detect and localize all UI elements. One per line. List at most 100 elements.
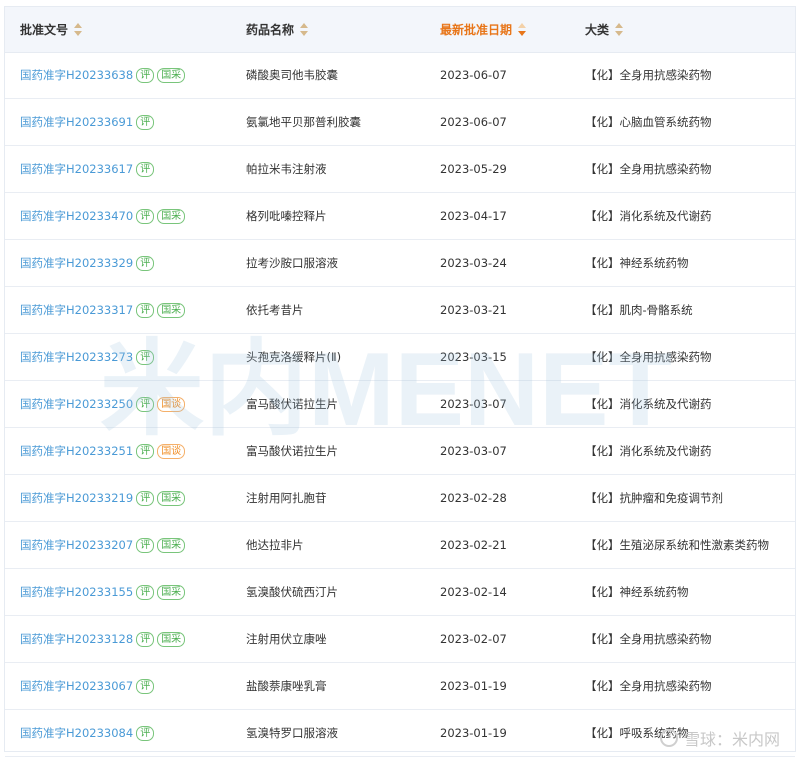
approval-number-link[interactable]: 国药准字H20233470 bbox=[20, 208, 133, 224]
approval-cell: 国药准字H20233638 评国采 bbox=[20, 52, 186, 98]
table-header: 批准文号 药品名称 最新批准日期 大类 bbox=[5, 7, 795, 53]
national-negotiation-badge: 国谈 bbox=[157, 396, 186, 412]
evaluation-badge: 评 bbox=[136, 302, 155, 318]
evaluation-badge: 评 bbox=[136, 725, 155, 741]
national-procurement-badge: 国采 bbox=[157, 490, 186, 506]
approval-number-link[interactable]: 国药准字H20233273 bbox=[20, 349, 133, 365]
national-procurement-badge: 国采 bbox=[157, 208, 186, 224]
category-cell: 【化】全身用抗感染药物 bbox=[585, 68, 712, 82]
evaluation-badge: 评 bbox=[136, 443, 155, 459]
approval-date-cell: 2023-01-19 bbox=[440, 679, 507, 693]
drug-name-cell: 磷酸奥司他韦胶囊 bbox=[246, 68, 338, 82]
approval-cell: 国药准字H20233155 评国采 bbox=[20, 569, 186, 615]
category-cell: 【化】消化系统及代谢药 bbox=[585, 444, 712, 458]
approval-number-link[interactable]: 国药准字H20233128 bbox=[20, 631, 133, 647]
category-cell: 【化】呼吸系统药物 bbox=[585, 726, 689, 740]
table-row: 国药准字H20233638 评国采 磷酸奥司他韦胶囊 2023-06-07 【化】全身用… bbox=[5, 52, 795, 99]
table-row: 国药准字H20233329 评 拉考沙胺口服溶液 2023-03-24 【化】神经系统药… bbox=[5, 240, 795, 287]
evaluation-badge: 评 bbox=[136, 631, 155, 647]
drug-name-cell: 他达拉非片 bbox=[246, 538, 304, 552]
sort-icon[interactable] bbox=[74, 23, 83, 36]
approval-number-link[interactable]: 国药准字H20233617 bbox=[20, 161, 133, 177]
drug-name-cell: 拉考沙胺口服溶液 bbox=[246, 256, 338, 270]
approval-date-cell: 2023-06-07 bbox=[440, 68, 507, 82]
evaluation-badge: 评 bbox=[136, 678, 155, 694]
table-row: 国药准字H20233617 评 帕拉米韦注射液 2023-05-29 【化】全身用抗感染… bbox=[5, 146, 795, 193]
table-row: 国药准字H20233251 评国谈 富马酸伏诺拉生片 2023-03-07 【化】消化系… bbox=[5, 428, 795, 475]
approval-cell: 国药准字H20233317 评国采 bbox=[20, 287, 186, 333]
national-procurement-badge: 国采 bbox=[157, 302, 186, 318]
evaluation-badge: 评 bbox=[136, 584, 155, 600]
table-row: 国药准字H20233219 评国采 注射用阿扎胞苷 2023-02-28 【化】抗肿瘤和… bbox=[5, 475, 795, 522]
category-cell: 【化】全身用抗感染药物 bbox=[585, 350, 712, 364]
approval-date-cell: 2023-06-07 bbox=[440, 115, 507, 129]
drug-name-cell: 氨氯地平贝那普利胶囊 bbox=[246, 115, 361, 129]
national-negotiation-badge: 国谈 bbox=[157, 443, 186, 459]
approval-cell: 国药准字H20233067 评 bbox=[20, 663, 155, 709]
drug-name-cell: 富马酸伏诺拉生片 bbox=[246, 444, 338, 458]
table-row: 国药准字H20233470 评国采 格列吡嗪控释片 2023-04-17 【化】消化系统… bbox=[5, 193, 795, 240]
national-procurement-badge: 国采 bbox=[157, 67, 186, 83]
approval-cell: 国药准字H20233128 评国采 bbox=[20, 616, 186, 662]
approval-cell: 国药准字H20233691 评 bbox=[20, 99, 155, 145]
drug-name-cell: 富马酸伏诺拉生片 bbox=[246, 397, 338, 411]
category-cell: 【化】生殖泌尿系统和性激素类药物 bbox=[585, 538, 769, 552]
drug-name-cell: 帕拉米韦注射液 bbox=[246, 162, 327, 176]
sort-icon[interactable] bbox=[300, 23, 309, 36]
col-approval-no-header[interactable]: 批准文号 bbox=[20, 7, 83, 52]
approval-cell: 国药准字H20233329 评 bbox=[20, 240, 155, 286]
national-procurement-badge: 国采 bbox=[157, 584, 186, 600]
col-drug-name-label: 药品名称 bbox=[246, 23, 295, 37]
col-approval-no-label: 批准文号 bbox=[20, 23, 69, 37]
table-row: 国药准字H20233207 评国采 他达拉非片 2023-02-21 【化】生殖泌尿系统… bbox=[5, 522, 795, 569]
national-procurement-badge: 国采 bbox=[157, 537, 186, 553]
category-cell: 【化】神经系统药物 bbox=[585, 585, 689, 599]
table-body: 国药准字H20233638 评国采 磷酸奥司他韦胶囊 2023-06-07 【化】全身用… bbox=[5, 52, 795, 757]
approval-number-link[interactable]: 国药准字H20233250 bbox=[20, 396, 133, 412]
table-row: 国药准字H20233128 评国采 注射用伏立康唑 2023-02-07 【化】全身用抗… bbox=[5, 616, 795, 663]
approval-cell: 国药准字H20233251 评国谈 bbox=[20, 428, 186, 474]
col-category-header[interactable]: 大类 bbox=[585, 7, 624, 52]
col-category-label: 大类 bbox=[585, 23, 610, 37]
col-drug-name-header[interactable]: 药品名称 bbox=[246, 7, 309, 52]
approval-number-link[interactable]: 国药准字H20233251 bbox=[20, 443, 133, 459]
drug-approval-table: 批准文号 药品名称 最新批准日期 大类 国药准字H20233638 评国采 磷酸奥司… bbox=[4, 6, 796, 757]
approval-number-link[interactable]: 国药准字H20233207 bbox=[20, 537, 133, 553]
drug-name-cell: 氢溴酸伏硫西汀片 bbox=[246, 585, 338, 599]
drug-name-cell: 注射用阿扎胞苷 bbox=[246, 491, 327, 505]
approval-number-link[interactable]: 国药准字H20233317 bbox=[20, 302, 133, 318]
table-row: 国药准字H20233250 评国谈 富马酸伏诺拉生片 2023-03-07 【化】消化系… bbox=[5, 381, 795, 428]
approval-number-link[interactable]: 国药准字H20233691 bbox=[20, 114, 133, 130]
approval-cell: 国药准字H20233250 评国谈 bbox=[20, 381, 186, 427]
approval-date-cell: 2023-02-28 bbox=[440, 491, 507, 505]
approval-number-link[interactable]: 国药准字H20233067 bbox=[20, 678, 133, 694]
approval-number-link[interactable]: 国药准字H20233638 bbox=[20, 67, 133, 83]
drug-name-cell: 注射用伏立康唑 bbox=[246, 632, 327, 646]
drug-name-cell: 头孢克洛缓释片(Ⅱ) bbox=[246, 350, 342, 364]
approval-number-link[interactable]: 国药准字H20233155 bbox=[20, 584, 133, 600]
approval-cell: 国药准字H20233273 评 bbox=[20, 334, 155, 380]
approval-cell: 国药准字H20233084 评 bbox=[20, 710, 155, 756]
approval-number-link[interactable]: 国药准字H20233329 bbox=[20, 255, 133, 271]
approval-number-link[interactable]: 国药准字H20233084 bbox=[20, 725, 133, 741]
category-cell: 【化】全身用抗感染药物 bbox=[585, 679, 712, 693]
approval-date-cell: 2023-01-19 bbox=[440, 726, 507, 740]
category-cell: 【化】心脑血管系统药物 bbox=[585, 115, 712, 129]
drug-name-cell: 氢溴特罗口服溶液 bbox=[246, 726, 338, 740]
table-row: 国药准字H20233691 评 氨氯地平贝那普利胶囊 2023-06-07 【化】心脑血… bbox=[5, 99, 795, 146]
approval-number-link[interactable]: 国药准字H20233219 bbox=[20, 490, 133, 506]
table-row: 国药准字H20233273 评 头孢克洛缓释片(Ⅱ) 2023-03-15 【化】全身用… bbox=[5, 334, 795, 381]
col-approval-date-header[interactable]: 最新批准日期 bbox=[440, 7, 527, 52]
evaluation-badge: 评 bbox=[136, 396, 155, 412]
category-cell: 【化】肌肉-骨骼系统 bbox=[585, 303, 693, 317]
table-row: 国药准字H20233067 评 盐酸萘康唑乳膏 2023-01-19 【化】全身用抗感染… bbox=[5, 663, 795, 710]
approval-date-cell: 2023-02-14 bbox=[440, 585, 507, 599]
sort-desc-icon[interactable] bbox=[518, 23, 527, 36]
drug-name-cell: 格列吡嗪控释片 bbox=[246, 209, 327, 223]
category-cell: 【化】抗肿瘤和免疫调节剂 bbox=[585, 491, 723, 505]
approval-cell: 国药准字H20233617 评 bbox=[20, 146, 155, 192]
approval-date-cell: 2023-02-07 bbox=[440, 632, 507, 646]
table-row: 国药准字H20233155 评国采 氢溴酸伏硫西汀片 2023-02-14 【化】神经系… bbox=[5, 569, 795, 616]
table-row: 国药准字H20233084 评 氢溴特罗口服溶液 2023-01-19 【化】呼吸系统药… bbox=[5, 710, 795, 757]
sort-icon[interactable] bbox=[615, 23, 624, 36]
